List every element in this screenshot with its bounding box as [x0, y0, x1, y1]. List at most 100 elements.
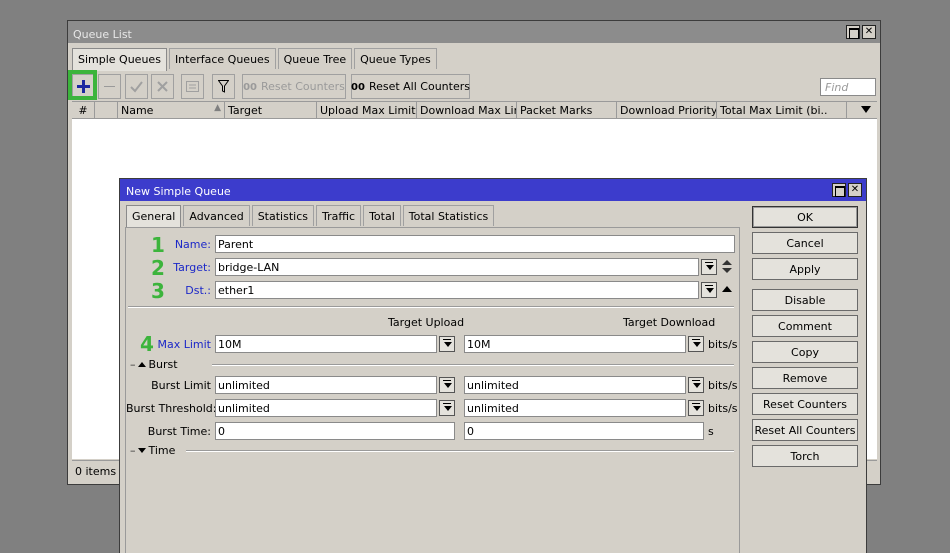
- enable-button[interactable]: [125, 74, 148, 99]
- max-limit-download-dropdown-icon[interactable]: [688, 336, 704, 352]
- burst-limit-download-dropdown-icon[interactable]: [688, 377, 704, 393]
- remove-button[interactable]: [98, 74, 121, 99]
- comment-button[interactable]: Comment: [752, 315, 858, 337]
- divider: [128, 306, 734, 308]
- note-icon: [186, 81, 199, 92]
- collapse-icon: [137, 362, 146, 367]
- column-header-number[interactable]: #: [72, 102, 95, 118]
- maximize-icon[interactable]: [846, 25, 860, 39]
- burst-limit-upload-field[interactable]: unlimited: [215, 376, 437, 394]
- column-chooser-icon[interactable]: [861, 106, 871, 113]
- new-queue-tabs: General Advanced Statistics Traffic Tota…: [126, 205, 496, 228]
- burst-limit-label: Burst Limit: [151, 379, 211, 392]
- column-header-packet-marks[interactable]: Packet Marks: [517, 102, 617, 118]
- ok-button[interactable]: OK: [752, 206, 858, 228]
- column-name-label: Name: [121, 104, 154, 117]
- tab-interface-queues[interactable]: Interface Queues: [168, 48, 276, 69]
- unit-label: bits/s: [708, 379, 738, 392]
- find-input[interactable]: Find: [820, 78, 876, 96]
- tab-simple-queues[interactable]: Simple Queues: [72, 48, 167, 71]
- disable-button[interactable]: [151, 74, 174, 99]
- max-limit-upload-dropdown-icon[interactable]: [439, 336, 455, 352]
- name-field[interactable]: Parent: [215, 235, 735, 253]
- tab-queue-tree[interactable]: Queue Tree: [277, 48, 353, 69]
- dst-label: Dst.:: [185, 284, 211, 297]
- reset-all-counters-button[interactable]: Reset All Counters: [752, 419, 858, 441]
- queue-table-header: # Name ▲ Target Upload Max Limit Downloa…: [72, 101, 877, 119]
- sort-asc-icon: ▲: [214, 103, 221, 113]
- burst-threshold-upload-dropdown-icon[interactable]: [439, 400, 455, 416]
- target-upload-header: Target Upload: [388, 316, 465, 329]
- name-label: Name:: [174, 238, 211, 251]
- column-header-total-max[interactable]: Total Max Limit (bi..: [717, 102, 847, 118]
- column-header-upload-max[interactable]: Upload Max Limit: [317, 102, 417, 118]
- comment-button[interactable]: [181, 74, 204, 99]
- burst-threshold-download-dropdown-icon[interactable]: [688, 400, 704, 416]
- filter-button[interactable]: [212, 74, 235, 99]
- reset-counters-label: Reset Counters: [261, 80, 345, 93]
- general-tab-panel: 1 2 3 4 Name: Parent Target: bridge-LAN …: [125, 227, 740, 553]
- target-up-down-icon[interactable]: [722, 259, 732, 275]
- burst-time-download-field[interactable]: 0: [464, 422, 704, 440]
- unit-label: bits/s: [708, 338, 738, 351]
- time-section-label: Time: [148, 444, 176, 457]
- burst-limit-download-field[interactable]: unlimited: [464, 376, 686, 394]
- max-limit-label: Max Limit: [157, 338, 211, 351]
- copy-button[interactable]: Copy: [752, 341, 858, 363]
- burst-limit-upload-dropdown-icon[interactable]: [439, 377, 455, 393]
- time-section-toggle[interactable]: – Time: [130, 444, 175, 457]
- tab-traffic[interactable]: Traffic: [316, 205, 362, 226]
- reset-counters-button[interactable]: 00 Reset Counters: [242, 74, 346, 99]
- apply-button[interactable]: Apply: [752, 258, 858, 280]
- queue-list-titlebar[interactable]: Queue List: [68, 21, 880, 43]
- maximize-icon[interactable]: [832, 183, 846, 197]
- burst-threshold-upload-field[interactable]: unlimited: [215, 399, 437, 417]
- column-header-name[interactable]: Name ▲: [118, 102, 225, 118]
- column-header-download-max[interactable]: Download Max Limit: [417, 102, 517, 118]
- burst-threshold-label: Burst Threshold:: [126, 402, 217, 415]
- tab-statistics[interactable]: Statistics: [251, 205, 314, 226]
- close-icon[interactable]: ✕: [862, 25, 876, 39]
- burst-time-upload-field[interactable]: 0: [215, 422, 455, 440]
- reset-all-counters-button[interactable]: 00 Reset All Counters: [351, 74, 470, 99]
- reset-all-prefix: 00: [351, 82, 365, 93]
- tab-total-statistics[interactable]: Total Statistics: [402, 205, 495, 226]
- tab-queue-types[interactable]: Queue Types: [354, 48, 437, 69]
- item-count: 0 items: [75, 465, 117, 478]
- tab-general[interactable]: General: [126, 205, 182, 228]
- column-header-flags[interactable]: [95, 102, 118, 118]
- new-simple-queue-window: New Simple Queue ✕ General Advanced Stat…: [119, 178, 867, 553]
- close-icon[interactable]: ✕: [848, 183, 862, 197]
- divider: [186, 450, 734, 452]
- x-icon: [157, 81, 168, 92]
- dst-dropdown-icon[interactable]: [701, 282, 717, 298]
- max-limit-upload-field[interactable]: 10M: [215, 335, 437, 353]
- dst-collapse-icon[interactable]: [722, 286, 732, 292]
- column-header-download-priority[interactable]: Download Priority: [617, 102, 717, 118]
- window-title: Queue List: [73, 28, 132, 41]
- torch-button[interactable]: Torch: [752, 445, 858, 467]
- burst-section-toggle[interactable]: – Burst: [130, 358, 178, 371]
- target-field[interactable]: bridge-LAN: [215, 258, 699, 276]
- tab-advanced[interactable]: Advanced: [183, 205, 250, 226]
- column-header-target[interactable]: Target: [225, 102, 317, 118]
- disable-button[interactable]: Disable: [752, 289, 858, 311]
- remove-button[interactable]: Remove: [752, 367, 858, 389]
- annotation-number: 1: [151, 233, 165, 257]
- burst-threshold-download-field[interactable]: unlimited: [464, 399, 686, 417]
- divider: [212, 364, 734, 366]
- unit-label: bits/s: [708, 402, 738, 415]
- reset-counters-button[interactable]: Reset Counters: [752, 393, 858, 415]
- cancel-button[interactable]: Cancel: [752, 232, 858, 254]
- burst-time-label: Burst Time:: [147, 425, 211, 438]
- reset-counters-prefix: 00: [243, 82, 257, 93]
- queue-list-tabs: Simple Queues Interface Queues Queue Tre…: [72, 48, 439, 71]
- max-limit-download-field[interactable]: 10M: [464, 335, 686, 353]
- target-dropdown-icon[interactable]: [701, 259, 717, 275]
- burst-section-label: Burst: [148, 358, 178, 371]
- dst-field[interactable]: ether1: [215, 281, 699, 299]
- expand-icon: [137, 448, 146, 453]
- check-icon: [130, 81, 143, 93]
- new-queue-titlebar[interactable]: New Simple Queue: [120, 179, 866, 201]
- tab-total[interactable]: Total: [363, 205, 401, 226]
